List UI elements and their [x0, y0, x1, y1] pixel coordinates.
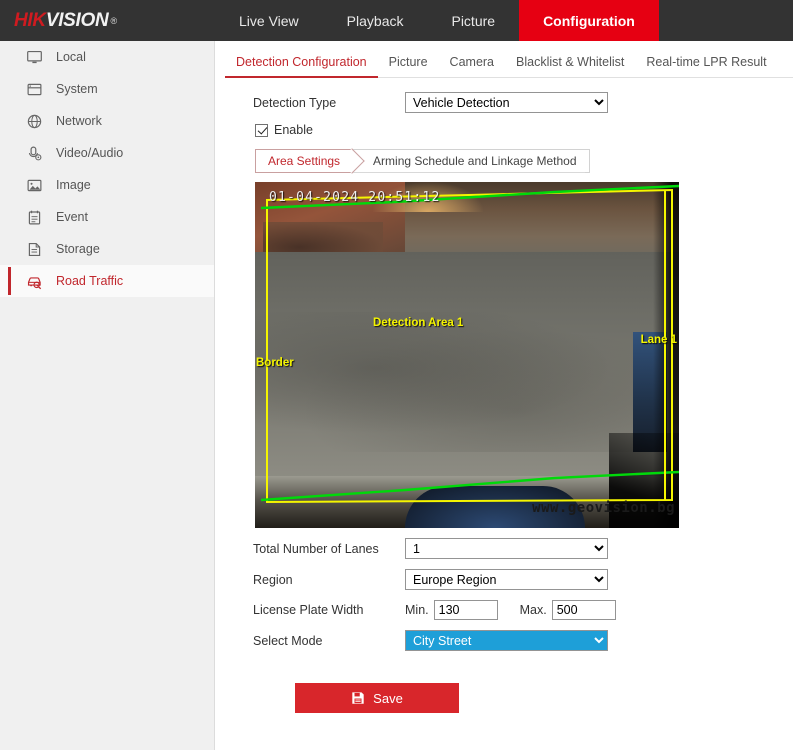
total-lanes-label: Total Number of Lanes: [253, 542, 405, 556]
tab-camera[interactable]: Camera: [439, 55, 505, 78]
select-mode-select[interactable]: City Street: [405, 630, 608, 651]
region-select[interactable]: Europe Region: [405, 569, 608, 590]
top-bar: HIKVISION® Live View Playback Picture Co…: [0, 0, 793, 41]
region-label: Region: [253, 573, 405, 587]
nav-tab-playback[interactable]: Playback: [323, 0, 428, 41]
video-watermark: www.geovision.bg: [532, 500, 675, 516]
sidebar-item-network[interactable]: Network: [0, 105, 214, 137]
total-lanes-select[interactable]: 1: [405, 538, 608, 559]
plate-max-input[interactable]: [552, 600, 616, 620]
sidebar-item-video-audio[interactable]: Video/Audio: [0, 137, 214, 169]
document-icon: [24, 239, 44, 259]
total-lanes-row: Total Number of Lanes 1: [253, 538, 793, 559]
select-mode-label: Select Mode: [253, 634, 405, 648]
floppy-disk-icon: [351, 691, 365, 705]
nav-tab-live-view[interactable]: Live View: [215, 0, 323, 41]
detection-type-row: Detection Type Vehicle Detection: [253, 92, 793, 113]
brand-logo-hik: HIK: [14, 10, 46, 32]
video-preview[interactable]: 01-04-2024 20:51:12 Detection Area 1 Bor…: [255, 182, 679, 528]
area-tab-bar: Area Settings Arming Schedule and Linkag…: [255, 149, 585, 173]
sidebar: Local System Network Video/Audio Image: [0, 41, 215, 750]
sidebar-item-label: Video/Audio: [56, 146, 123, 160]
main-nav: Live View Playback Picture Configuration: [215, 0, 793, 41]
enable-checkbox[interactable]: [255, 124, 268, 137]
plate-min-input[interactable]: [434, 600, 498, 620]
microphone-icon: [24, 143, 44, 163]
detection-type-select[interactable]: Vehicle Detection: [405, 92, 608, 113]
overlay-border-label: Border: [256, 357, 294, 369]
region-row: Region Europe Region: [253, 569, 793, 590]
brand-logo[interactable]: HIKVISION®: [0, 0, 215, 41]
detection-type-label: Detection Type: [253, 96, 405, 110]
main-content: Detection Configuration Picture Camera B…: [215, 41, 793, 750]
window-icon: [24, 79, 44, 99]
sidebar-item-label: Event: [56, 210, 88, 224]
sidebar-item-event[interactable]: Event: [0, 201, 214, 233]
detection-overlay-shapes: [255, 182, 679, 528]
registered-mark-icon: ®: [110, 16, 116, 26]
sidebar-item-image[interactable]: Image: [0, 169, 214, 201]
area-tab-arming-schedule[interactable]: Arming Schedule and Linkage Method: [352, 149, 589, 173]
sidebar-item-label: Network: [56, 114, 102, 128]
nav-tab-picture[interactable]: Picture: [427, 0, 519, 41]
globe-icon: [24, 111, 44, 131]
plate-max-label: Max.: [520, 603, 547, 617]
sidebar-item-system[interactable]: System: [0, 73, 214, 105]
sidebar-item-label: Local: [56, 50, 86, 64]
sidebar-item-label: System: [56, 82, 98, 96]
plate-min-label: Min.: [405, 603, 429, 617]
enable-label: Enable: [274, 123, 313, 137]
save-button-label: Save: [373, 691, 403, 706]
sidebar-item-road-traffic[interactable]: Road Traffic: [0, 265, 214, 297]
sub-tab-bar: Detection Configuration Picture Camera B…: [215, 41, 793, 78]
select-mode-row: Select Mode City Street: [253, 630, 793, 651]
overlay-lane-label: Lane 1: [641, 334, 677, 346]
sidebar-item-storage[interactable]: Storage: [0, 233, 214, 265]
enable-row: Enable: [255, 123, 793, 137]
brand-logo-vision: VISION: [46, 10, 109, 32]
video-timestamp: 01-04-2024 20:51:12: [269, 190, 441, 205]
tab-detection-configuration[interactable]: Detection Configuration: [225, 55, 378, 78]
monitor-icon: [24, 47, 44, 67]
area-tab-area-settings[interactable]: Area Settings: [255, 149, 352, 173]
sidebar-item-label: Road Traffic: [56, 274, 123, 288]
license-plate-width-label: License Plate Width: [253, 603, 405, 617]
sidebar-item-label: Image: [56, 178, 91, 192]
tab-blacklist-whitelist[interactable]: Blacklist & Whitelist: [505, 55, 635, 78]
picture-icon: [24, 175, 44, 195]
nav-tab-configuration[interactable]: Configuration: [519, 0, 659, 41]
calendar-icon: [24, 207, 44, 227]
sidebar-item-local[interactable]: Local: [0, 41, 214, 73]
car-search-icon: [24, 271, 44, 291]
page-root: HIKVISION® Live View Playback Picture Co…: [0, 0, 793, 750]
overlay-detection-area-label: Detection Area 1: [373, 317, 463, 329]
detection-config-form: Detection Type Vehicle Detection Enable …: [215, 78, 793, 713]
tab-picture[interactable]: Picture: [378, 55, 439, 78]
save-button[interactable]: Save: [295, 683, 459, 713]
tab-realtime-lpr-result[interactable]: Real-time LPR Result: [635, 55, 777, 78]
license-plate-width-row: License Plate Width Min. Max.: [253, 600, 793, 620]
sidebar-item-label: Storage: [56, 242, 100, 256]
